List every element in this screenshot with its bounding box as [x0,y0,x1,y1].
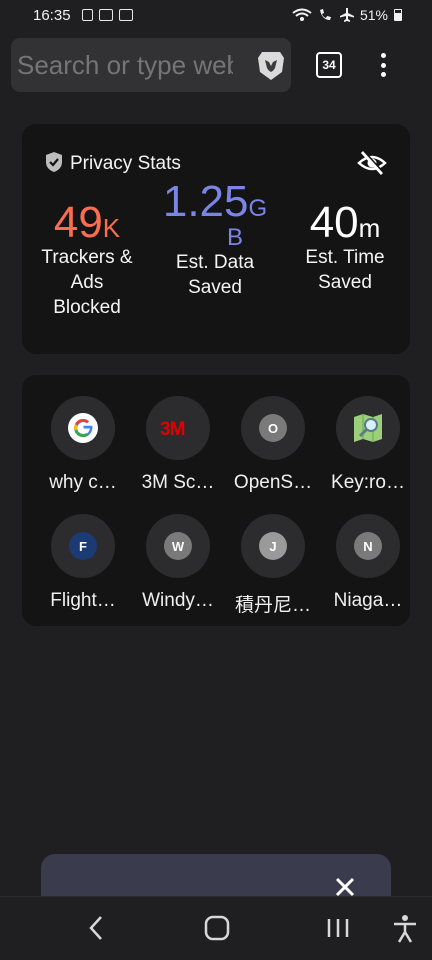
privacy-stats-title: Privacy Stats [70,153,181,174]
site-label: why c… [49,472,117,493]
top-site-tile[interactable]: why c… [40,396,126,494]
label-line: Blocked [53,297,121,318]
shield-check-icon [46,152,62,172]
site-label: Flight… [50,590,116,611]
site-letter-icon: J [259,532,287,560]
site-letter-icon: O [259,414,287,442]
recents-icon[interactable] [325,917,351,939]
label-line: Trackers & [41,247,133,268]
stat-value: 49K [32,201,142,245]
site-icon-circle: 3M [146,396,210,460]
stat-value: 40m [290,201,400,245]
status-bar: 16:35 51% [0,0,432,32]
site-icon-circle: O [241,396,305,460]
data-unit: G [248,195,268,222]
site-letter-icon: N [354,532,382,560]
time-value: 40 [309,198,359,247]
battery-icon [394,9,402,21]
url-search-input[interactable] [17,50,233,80]
trackers-unit: K [102,213,121,243]
site-icon-circle: J [241,514,305,578]
home-icon[interactable] [204,915,230,941]
accessibility-icon[interactable] [392,914,418,944]
site-letter-icon: F [69,532,97,560]
svg-text:3M: 3M [160,419,185,439]
stat-label: Est. Time Saved [290,245,400,295]
status-notification-icons [82,9,133,21]
site-label: 3M Sc… [141,472,215,493]
menu-dot [380,72,386,77]
stat-label: Trackers & Ads Blocked [32,245,142,320]
google-icon [68,413,98,443]
site-icon-circle: W [146,514,210,578]
site-label: OpenS… [233,472,313,493]
notification-box-icon [99,9,113,21]
time-unit: m [358,213,381,243]
wifi-calling-icon [292,8,312,21]
label-line: Saved [188,277,242,298]
label-line: Saved [318,272,372,293]
top-site-tile[interactable]: F Flight… [40,514,126,612]
top-site-tile[interactable]: Key:ro… [325,396,411,494]
privacy-stats-card: Privacy Stats 49K Trackers & Ads Blocked… [22,124,410,354]
label-line: Est. Time [305,247,385,268]
data-unit-b: B [226,224,243,251]
notification-image-icon [119,9,133,21]
stat-trackers-blocked: 49K Trackers & Ads Blocked [32,194,142,320]
back-icon[interactable] [83,913,109,943]
stat-value: 1.25G B [148,180,282,250]
data-value: 1.25 [162,177,249,226]
site-label: 積丹尼… [234,595,311,616]
top-site-tile[interactable]: W Windy… [135,514,221,612]
site-icon-circle: F [51,514,115,578]
trackers-value: 49 [53,198,103,247]
site-letter-icon: W [164,532,192,560]
status-right-group: 51% [292,7,402,23]
site-icon-circle [51,396,115,460]
stat-time-saved: 40m Est. Time Saved [290,194,400,295]
label-line: Est. Data [175,252,255,273]
status-time: 16:35 [33,7,71,24]
browser-new-tab-screen: 16:35 51% Search or type web address 34 … [0,0,432,960]
stat-label: Est. Data Saved [148,250,282,300]
menu-dot [380,62,386,68]
top-site-tile[interactable]: 3M 3M Sc… [135,396,221,494]
brave-lion-icon[interactable] [256,50,286,82]
top-site-tile[interactable]: J 積丹尼… [230,514,316,617]
volte-call-icon [319,9,331,20]
site-icon-circle: N [336,514,400,578]
3m-logo-icon: 3M [160,419,186,439]
airplane-icon [339,8,354,22]
battery-percent: 51% [359,7,388,23]
top-site-tile[interactable]: O OpenS… [230,396,316,494]
site-label: Niaga… [333,590,403,611]
menu-dot [380,53,386,58]
more-vert-icon[interactable] [372,50,394,80]
top-sites-card: why c… 3M 3M Sc… O OpenS… Key:ro… F Flig… [22,375,410,626]
map-search-icon [354,414,382,442]
site-label: Key:ro… [331,472,405,493]
notification-phone-icon [82,9,93,21]
tab-count-button[interactable]: 34 [316,52,342,78]
label-line: Ads [70,272,104,293]
url-bar[interactable] [11,38,291,92]
site-icon-circle [336,396,400,460]
system-nav-bar [0,896,432,960]
eye-off-icon[interactable] [357,150,387,176]
top-site-tile[interactable]: N Niaga… [325,514,411,612]
site-label: Windy… [142,590,214,611]
stat-data-saved: 1.25G B Est. Data Saved [148,180,282,300]
